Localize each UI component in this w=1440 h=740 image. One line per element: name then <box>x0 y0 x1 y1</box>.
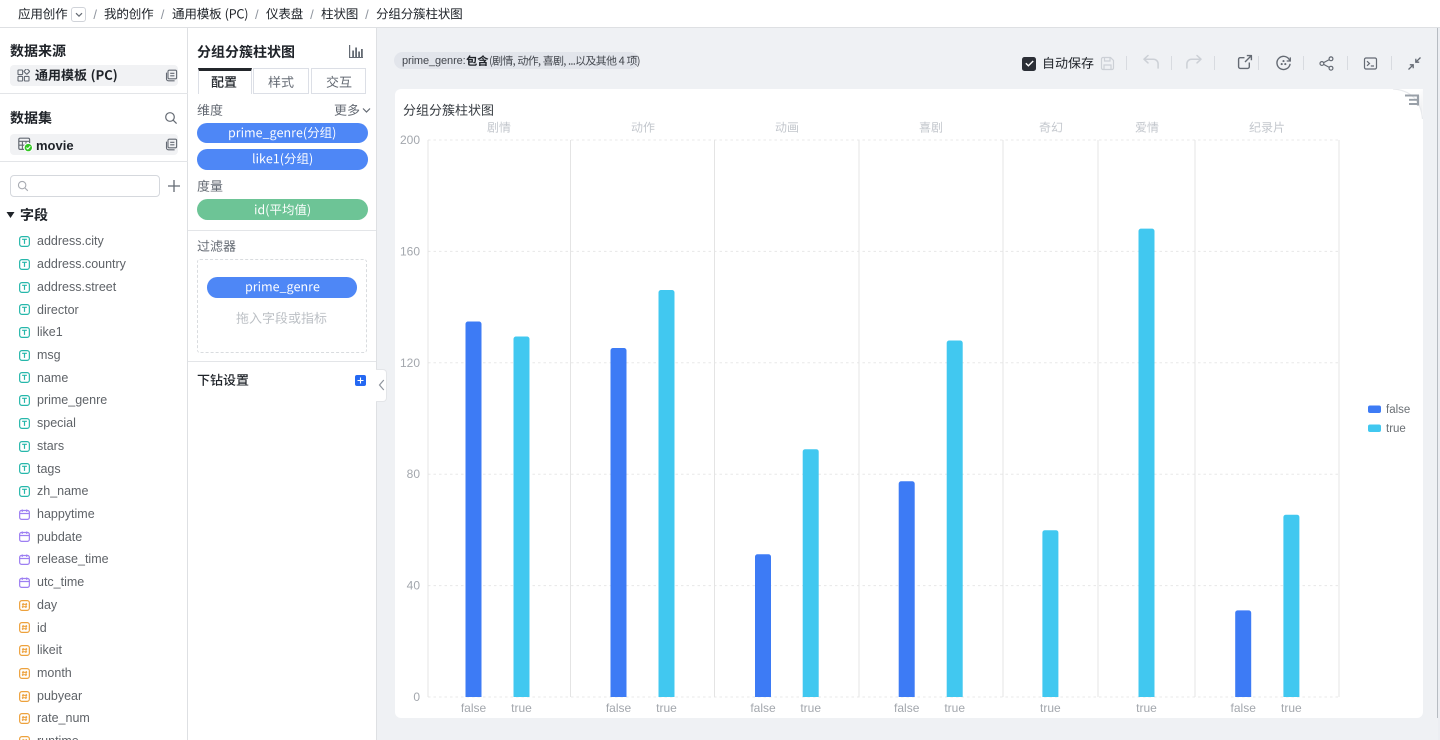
svg-text:true: true <box>511 701 532 715</box>
svg-text:true: true <box>1281 701 1302 715</box>
svg-text:false: false <box>461 701 487 715</box>
svg-text:false: false <box>606 701 632 715</box>
svg-text:true: true <box>944 701 965 715</box>
svg-text:true: true <box>1040 701 1061 715</box>
svg-text:200: 200 <box>400 133 420 147</box>
svg-text:40: 40 <box>407 579 421 593</box>
svg-text:120: 120 <box>400 356 420 370</box>
svg-text:false: false <box>894 701 920 715</box>
svg-text:true: true <box>1386 423 1406 435</box>
svg-text:false: false <box>1231 701 1257 715</box>
svg-text:false: false <box>750 701 776 715</box>
svg-text:0: 0 <box>413 690 420 704</box>
svg-text:false: false <box>1386 404 1410 416</box>
svg-text:true: true <box>1136 701 1157 715</box>
svg-text:true: true <box>656 701 677 715</box>
svg-text:80: 80 <box>407 467 421 481</box>
svg-text:true: true <box>800 701 821 715</box>
svg-text:160: 160 <box>400 244 420 258</box>
